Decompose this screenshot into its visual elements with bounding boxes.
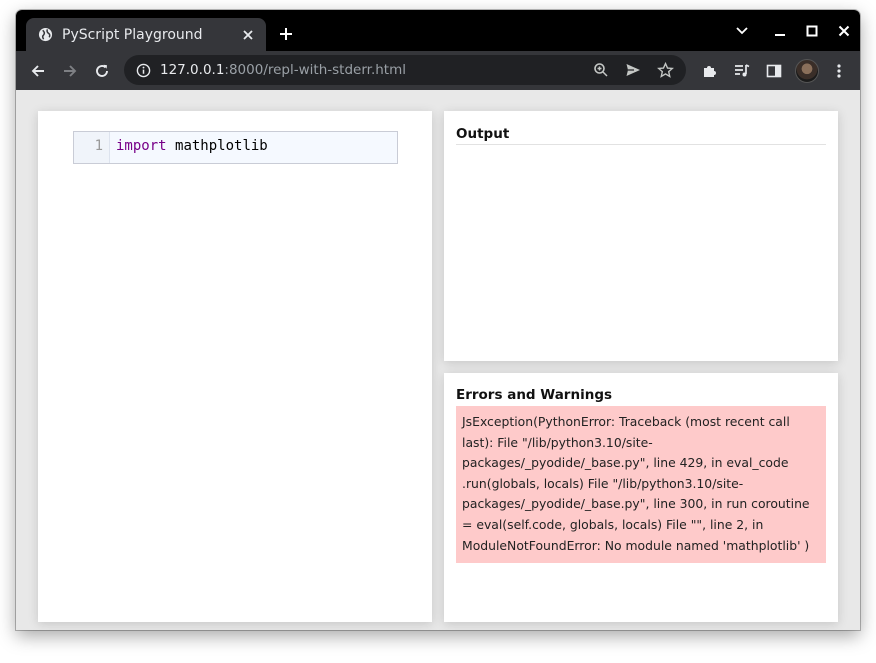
site-info-icon[interactable] [134, 61, 152, 79]
line-number: 1 [74, 132, 110, 163]
url-host: 127.0.0.1 [160, 62, 225, 78]
tab-title: PyScript Playground [62, 26, 203, 43]
browser-toolbar: 127.0.0.1:8000/repl-with-stderr.html [16, 51, 860, 91]
errors-panel: Errors and Warnings JsException(PythonEr… [444, 373, 838, 622]
tab-search-chevron-icon[interactable] [730, 20, 754, 42]
tab-strip: PyScript Playground [16, 10, 860, 51]
forward-arrow-icon[interactable] [58, 59, 82, 83]
page-viewport: 1 import mathplotlib Output Errors and W… [16, 90, 860, 630]
code-line[interactable]: import mathplotlib [110, 132, 268, 163]
zoom-icon[interactable] [590, 59, 612, 81]
back-arrow-icon[interactable] [26, 59, 50, 83]
side-panel-icon[interactable] [762, 59, 786, 83]
profile-avatar[interactable] [795, 59, 819, 83]
new-tab-icon[interactable] [274, 22, 298, 46]
code-editor[interactable]: 1 import mathplotlib [73, 131, 398, 164]
browser-window: PyScript Playground 127.0.0.1:8000/repl-… [16, 10, 860, 630]
maximize-icon[interactable] [800, 20, 824, 42]
menu-kebab-icon[interactable] [827, 59, 851, 83]
url-path: :8000/repl-with-stderr.html [224, 62, 407, 78]
output-panel: Output [444, 111, 838, 361]
send-icon[interactable] [622, 59, 644, 81]
close-window-icon[interactable] [832, 20, 856, 42]
output-title: Output [456, 126, 510, 142]
reload-icon[interactable] [90, 59, 114, 83]
errors-title: Errors and Warnings [456, 387, 613, 403]
address-bar[interactable]: 127.0.0.1:8000/repl-with-stderr.html [124, 55, 686, 85]
media-queue-icon[interactable] [730, 59, 754, 83]
error-message: JsException(PythonError: Traceback (most… [456, 406, 826, 563]
minimize-icon[interactable] [768, 20, 792, 42]
bookmark-star-icon[interactable] [654, 59, 676, 81]
code-keyword: import [116, 138, 167, 154]
code-module-name: mathplotlib [175, 138, 268, 154]
url-text[interactable]: 127.0.0.1:8000/repl-with-stderr.html [160, 62, 590, 78]
globe-icon [37, 27, 53, 43]
output-divider [456, 144, 826, 145]
close-tab-icon[interactable] [238, 25, 258, 45]
extensions-puzzle-icon[interactable] [698, 59, 722, 83]
browser-tab[interactable]: PyScript Playground [26, 18, 266, 51]
editor-panel: 1 import mathplotlib [38, 111, 432, 622]
